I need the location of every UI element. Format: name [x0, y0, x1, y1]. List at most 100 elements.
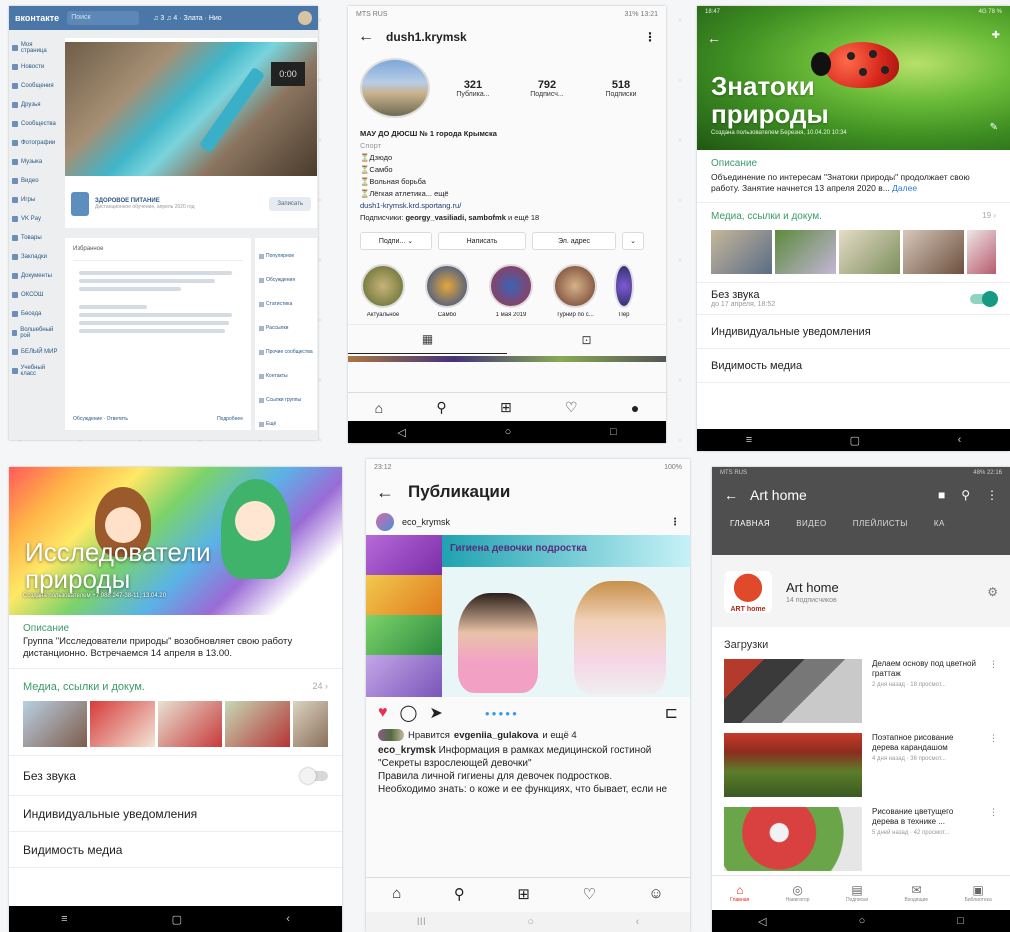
media-thumb[interactable] — [967, 230, 997, 274]
search-icon[interactable]: ⚲ — [961, 488, 970, 502]
mute-toggle[interactable] — [300, 767, 328, 784]
vk-logo[interactable]: вконтакте — [15, 13, 59, 23]
mutual-followers[interactable]: Подписчики: georgy_vasiliadi, sambofmk и… — [360, 212, 654, 224]
back-nav-icon[interactable]: ‹ — [958, 434, 962, 446]
home-nav-icon[interactable]: ▢ — [850, 434, 860, 447]
post-photo[interactable]: 0:00 — [65, 42, 317, 176]
more-options-icon[interactable]: ⋮ — [986, 488, 998, 502]
caption-user[interactable]: eco_krymsk — [378, 745, 436, 756]
nav-item[interactable]: ОКСОШ — [9, 285, 59, 304]
highlight-item[interactable]: 1 мая 2019 — [486, 264, 536, 318]
bio-link[interactable]: dush1-krymsk.krd.sportang.ru/ — [360, 200, 654, 212]
recents-nav-icon[interactable]: III — [417, 916, 426, 928]
author-name[interactable]: eco_krymsk — [402, 517, 450, 527]
stat-following[interactable]: 518 Подписки — [590, 79, 652, 98]
search-icon[interactable]: ⚲ — [454, 885, 465, 903]
right-menu-item[interactable]: Обсуждения — [259, 268, 313, 292]
nav-item[interactable]: Музыка — [9, 152, 59, 171]
video-more-icon[interactable]: ⋮ — [989, 807, 998, 871]
nav-item[interactable]: Беседа — [9, 304, 59, 323]
media-visibility-row[interactable]: Видимость медиа — [697, 349, 1010, 383]
nav-item[interactable]: Документы — [9, 266, 59, 285]
avatar[interactable] — [298, 11, 312, 25]
right-menu-item[interactable]: Популярное — [259, 244, 313, 268]
heart-icon[interactable]: ♥ — [378, 704, 388, 722]
right-menu-item[interactable]: Контакты — [259, 364, 313, 388]
nav-item[interactable]: Сообщения — [9, 76, 59, 95]
nav-item[interactable]: Моя страница — [9, 38, 59, 57]
mute-row[interactable]: Без звука до 17 апреля, 18:52 — [697, 283, 1010, 315]
custom-notifications-row[interactable]: Индивидуальные уведомления — [697, 315, 1010, 349]
stat-followers[interactable]: 792 Подписч... — [516, 79, 578, 98]
video-more-icon[interactable]: ⋮ — [989, 733, 998, 797]
back-nav-icon[interactable]: ‹ — [286, 913, 290, 925]
media-thumb[interactable] — [90, 701, 155, 747]
media-section[interactable]: Медиа, ссылки и докум. 24 › — [9, 669, 342, 756]
video-title[interactable]: Делаем основу под цветной граттаж — [872, 659, 979, 679]
channel-logo[interactable]: ART home — [724, 571, 772, 613]
post-action-button[interactable]: Записать — [269, 197, 311, 211]
add-user-icon[interactable]: ✚ — [992, 30, 1000, 41]
right-menu-item[interactable]: Прочие сообщества — [259, 340, 313, 364]
nav-item[interactable]: Фотографии — [9, 133, 59, 152]
comment-icon[interactable]: ◯ — [400, 703, 418, 723]
nav-library[interactable]: ▣ Библиотека — [965, 883, 992, 903]
tab-videos[interactable]: ВИДЕО — [796, 519, 827, 528]
nav-item[interactable]: Закладки — [9, 247, 59, 266]
media-visibility-row[interactable]: Видимость медиа — [9, 832, 342, 868]
tagged-tab[interactable]: ⊡ — [507, 325, 666, 354]
edit-icon[interactable]: ✎ — [990, 122, 998, 133]
recents-nav-icon[interactable]: □ — [610, 426, 617, 438]
back-arrow-icon[interactable]: ← — [707, 30, 721, 46]
subscribe-button[interactable]: Подпи... ⌄ — [360, 232, 432, 250]
back-arrow-icon[interactable]: ← — [358, 28, 374, 46]
video-more-icon[interactable]: ⋮ — [989, 659, 998, 723]
media-thumb[interactable] — [839, 230, 901, 274]
right-menu-item[interactable]: Ссылки группы — [259, 388, 313, 412]
tab-playlists[interactable]: ПЛЕЙЛИСТЫ — [853, 519, 908, 528]
nav-home[interactable]: ⌂ Главная — [730, 883, 749, 903]
author-avatar[interactable] — [376, 513, 394, 531]
menu-nav-icon[interactable]: ≡ — [746, 434, 752, 446]
media-thumb[interactable] — [292, 701, 328, 747]
add-post-icon[interactable]: ⊞ — [517, 885, 530, 903]
media-thumb[interactable] — [225, 701, 290, 747]
video-title[interactable]: Рисование цветущего дерева в технике ... — [872, 807, 979, 827]
media-thumb[interactable] — [775, 230, 837, 274]
search-input[interactable]: Поиск — [67, 11, 140, 25]
nav-explore[interactable]: ◎ Навигатор — [786, 883, 810, 903]
recents-nav-icon[interactable]: □ — [957, 915, 964, 927]
more-options-icon[interactable]: ⋮ — [644, 30, 656, 44]
home-icon[interactable]: ⌂ — [375, 400, 383, 416]
search-icon[interactable]: ⚲ — [436, 399, 446, 416]
bio-line[interactable]: ⏳Лёгкая атлетика... ещё — [360, 188, 654, 200]
card-footer-left[interactable]: Обсуждение · Ответить — [73, 416, 128, 422]
stat-posts[interactable]: 321 Публика... — [442, 79, 504, 98]
nav-item[interactable]: БЕЛЫЙ МИР — [9, 342, 59, 361]
highlight-item[interactable]: Турнир по с... — [550, 264, 600, 318]
profile-icon[interactable]: ● — [631, 400, 639, 416]
heart-icon[interactable]: ♡ — [582, 885, 595, 903]
bookmark-icon[interactable]: ⊏ — [665, 703, 678, 723]
nav-item[interactable]: Игры — [9, 190, 59, 209]
highlight-item[interactable]: Актуальное — [358, 264, 408, 318]
nav-item[interactable]: Видео — [9, 171, 59, 190]
back-arrow-icon[interactable]: ← — [376, 482, 394, 503]
profile-icon[interactable]: ☺ — [648, 885, 663, 902]
video-title[interactable]: Поэтапное рисование дерева карандашом — [872, 733, 979, 753]
nav-item[interactable]: Волшебный рой — [9, 323, 59, 342]
nav-item[interactable]: VK Pay — [9, 209, 59, 228]
camera-icon[interactable]: ■ — [938, 488, 945, 502]
home-nav-icon[interactable]: ○ — [859, 915, 866, 927]
video-thumbnail[interactable] — [724, 807, 862, 871]
grid-tab[interactable]: ▦ — [348, 325, 507, 354]
back-arrow-icon[interactable]: ← — [724, 487, 738, 503]
video-item[interactable]: Рисование цветущего дерева в технике ...… — [712, 807, 1010, 881]
custom-notifications-row[interactable]: Индивидуальные уведомления — [9, 796, 342, 832]
mute-row[interactable]: Без звука — [9, 756, 342, 796]
back-nav-icon[interactable]: ‹ — [636, 916, 640, 928]
add-post-icon[interactable]: ⊞ — [500, 399, 512, 416]
back-nav-icon[interactable]: ◁ — [397, 426, 405, 439]
share-icon[interactable]: ➤ — [429, 703, 442, 723]
video-item[interactable]: Делаем основу под цветной граттаж 2 дня … — [712, 659, 1010, 733]
